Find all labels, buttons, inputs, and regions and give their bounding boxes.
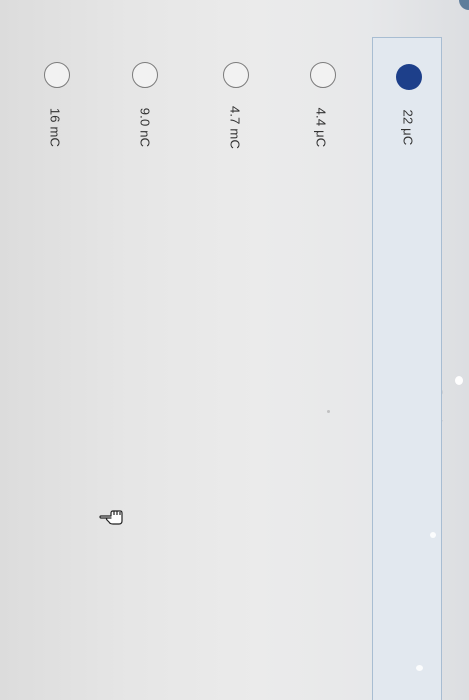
answer-choice-2-label: 4.4 μC	[313, 107, 329, 148]
answer-choice-5-label: 16 mC	[47, 107, 63, 148]
header-tab-edge	[459, 0, 469, 10]
answer-choice-1-radio[interactable]	[396, 64, 422, 90]
screen-glare	[455, 376, 463, 385]
answer-choice-4-radio[interactable]	[132, 62, 158, 88]
screen-dust	[327, 410, 330, 413]
quiz-screen: Saved 22 μC 4.4 μC 4.7 mC 9.0 nC 16 mC	[0, 0, 469, 700]
answer-choice-3-radio[interactable]	[223, 62, 249, 88]
answer-choice-5-radio[interactable]	[44, 62, 70, 88]
answer-choice-2-radio[interactable]	[310, 62, 336, 88]
screen-glare	[430, 532, 436, 538]
answer-choice-1-label: 22 μC	[400, 109, 416, 146]
screen-glare	[416, 665, 423, 671]
answer-choice-3-label: 4.7 mC	[227, 105, 243, 150]
hand-pointer-icon	[99, 510, 123, 525]
answer-choice-4-label: 9.0 nC	[137, 107, 153, 148]
